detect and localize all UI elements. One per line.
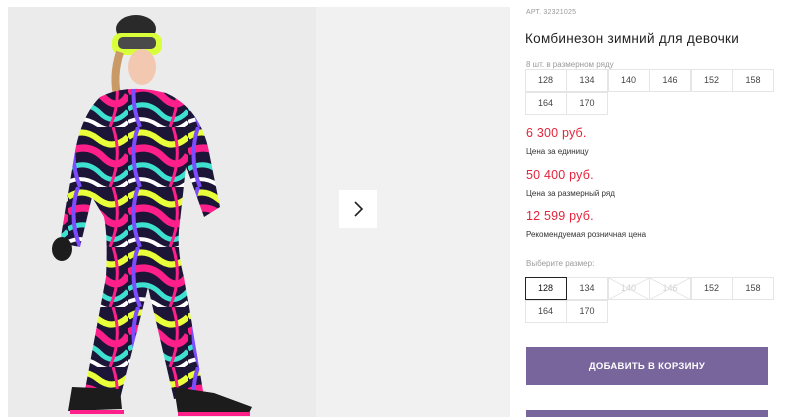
article-number: АРТ. 32321025 <box>526 9 577 16</box>
pack-size-cell: 170 <box>566 91 608 115</box>
pack-size-grid: 128 134 140 146 152 158 164 170 <box>524 68 774 115</box>
product-photo[interactable] <box>8 7 316 417</box>
product-title: Комбинезон зимний для девочки <box>525 31 740 46</box>
next-image-button[interactable] <box>339 190 377 228</box>
pack-size-cell: 140 <box>607 68 650 92</box>
unit-price: 6 300 руб. <box>526 126 587 140</box>
size-selector: 128 134 140 146 152 158 164 170 <box>524 276 774 323</box>
size-option-134[interactable]: 134 <box>566 276 608 300</box>
product-photo-illustration <box>8 7 316 417</box>
size-option-152[interactable]: 152 <box>690 276 733 300</box>
chevron-right-icon <box>354 201 364 217</box>
size-option-164[interactable]: 164 <box>524 299 567 323</box>
pack-size-cell: 152 <box>690 68 733 92</box>
size-option-170[interactable]: 170 <box>566 299 608 323</box>
pack-size-cell: 158 <box>732 68 774 92</box>
pack-price-caption: Цена за размерный ряд <box>526 189 615 198</box>
retail-price: 12 599 руб. <box>526 209 594 223</box>
add-to-cart-button[interactable]: ДОБАВИТЬ В КОРЗИНУ <box>526 347 768 385</box>
unit-price-caption: Цена за единицу <box>526 147 589 156</box>
pack-size-cell: 128 <box>524 68 567 92</box>
size-option-128[interactable]: 128 <box>524 276 567 300</box>
size-option-158[interactable]: 158 <box>732 276 774 300</box>
size-option-140: 140 <box>607 276 650 300</box>
pack-size-cell: 134 <box>566 68 608 92</box>
pack-price: 50 400 руб. <box>526 168 594 182</box>
pack-size-cell: 146 <box>649 68 691 92</box>
retail-price-caption: Рекомендуемая розничная цена <box>526 230 647 239</box>
unavailable-cross-icon <box>650 277 690 299</box>
size-option-146: 146 <box>649 276 691 300</box>
size-select-label: Выберите размер: <box>526 259 595 268</box>
pack-size-cell: 164 <box>524 91 567 115</box>
unavailable-cross-icon <box>608 277 649 299</box>
secondary-action-button[interactable] <box>526 410 768 417</box>
